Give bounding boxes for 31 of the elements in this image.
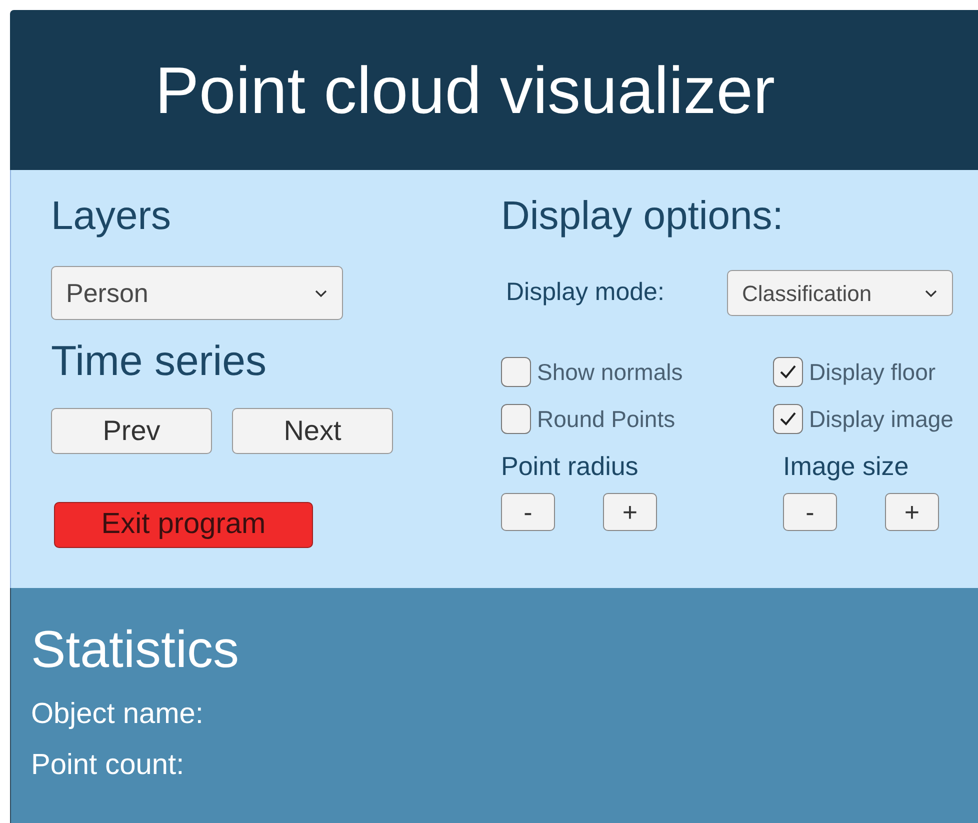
stepper-button[interactable]: +: [885, 493, 939, 531]
section-heading: Statistics: [31, 624, 240, 676]
nav-button[interactable]: Next: [232, 408, 393, 454]
stepper-label: Image size: [783, 453, 910, 479]
checkbox[interactable]: [773, 357, 803, 387]
checkbox[interactable]: [773, 404, 803, 434]
checkbox-label: Display image: [809, 404, 954, 434]
exit-button[interactable]: Exit program: [54, 502, 313, 548]
dropdown[interactable]: Classification: [727, 270, 953, 316]
checkmark-icon: [779, 364, 797, 380]
chevron-down-icon: [924, 288, 938, 298]
dropdown[interactable]: Person: [51, 266, 343, 320]
chevron-down-icon: [314, 288, 328, 298]
checkmark-icon: [779, 411, 797, 427]
statistic-label: Object name:: [31, 700, 204, 729]
checkbox-label: Round Points: [537, 404, 676, 434]
stepper-label: Point radius: [501, 453, 640, 479]
checkbox-label: Show normals: [537, 358, 683, 387]
stepper-button[interactable]: -: [501, 493, 555, 531]
section-heading: Time series: [51, 340, 268, 382]
section-heading: Layers: [51, 196, 172, 236]
stepper-button[interactable]: +: [603, 493, 657, 531]
checkbox-label: Display floor: [809, 358, 936, 387]
checkbox[interactable]: [501, 404, 531, 434]
section-heading: Display options:: [501, 196, 784, 236]
statistic-label: Point count:: [31, 751, 186, 780]
stepper-button[interactable]: -: [783, 493, 837, 531]
app-title: Point cloud visualizer: [155, 57, 775, 123]
checkbox[interactable]: [501, 357, 531, 387]
nav-button[interactable]: Prev: [51, 408, 212, 454]
display-mode-label: Display mode:: [505, 277, 666, 308]
